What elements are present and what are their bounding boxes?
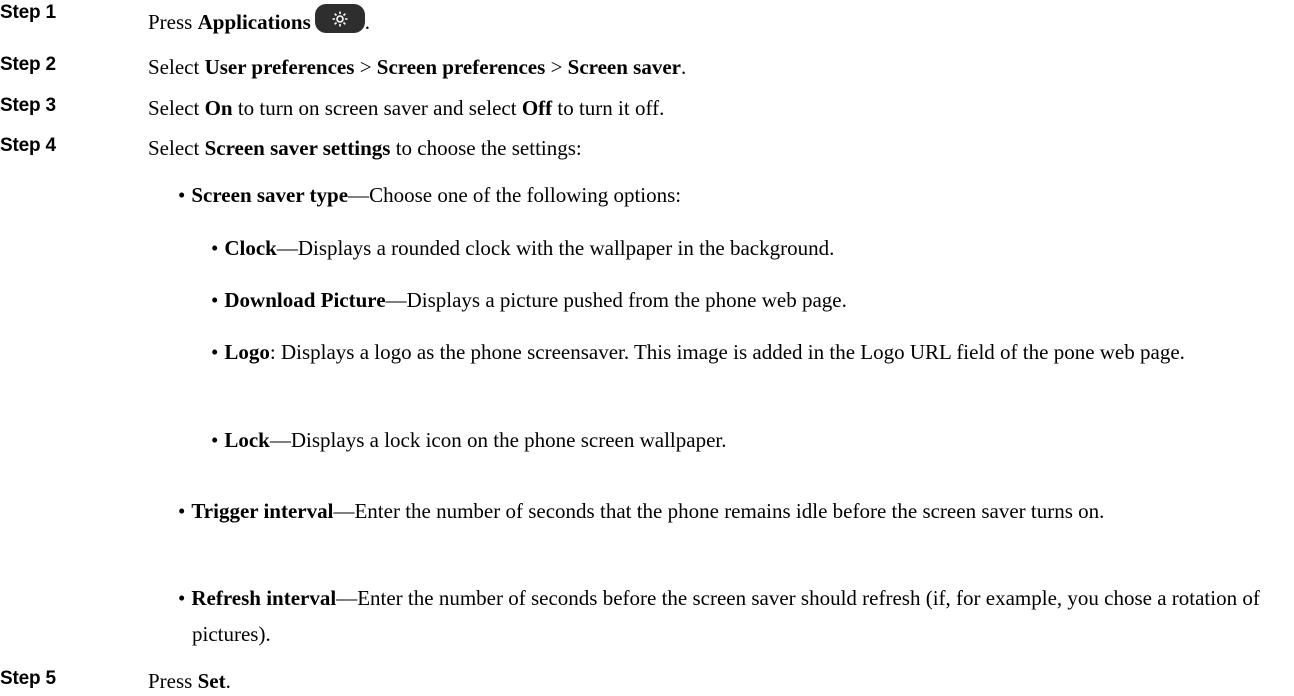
step-4-text: Select Screen saver settings to choose t… [148,136,582,160]
step-2-text: Select User preferences > Screen prefere… [148,55,687,79]
step-1-label: Step 1 [0,2,56,23]
setting-trigger-interval: • Trigger interval—Enter the number of se… [178,499,1105,523]
setting-refresh-interval: • Refresh interval—Enter the number of se… [178,586,1260,646]
step-4-label: Step 4 [0,135,56,156]
option-download-picture: • Download Picture—Displays a picture pus… [211,288,847,312]
option-lock: • Lock—Displays a lock icon on the phone … [211,428,727,452]
step-2-label: Step 2 [0,54,56,75]
step-3-label: Step 3 [0,95,56,116]
option-clock: • Clock—Displays a rounded clock with the… [211,236,835,260]
step-5-text: Press Set. [148,669,231,693]
step-3-text: Select On to turn on screen saver and se… [148,96,665,120]
applications-button-icon [314,4,365,33]
gear-icon [332,11,348,27]
option-logo: • Logo: Displays a logo as the phone scre… [211,340,1185,364]
step-1-text: Press Applications. [148,4,370,35]
setting-screen-saver-type: • Screen saver type—Choose one of the fol… [178,183,682,207]
step-5-label: Step 5 [0,668,56,689]
